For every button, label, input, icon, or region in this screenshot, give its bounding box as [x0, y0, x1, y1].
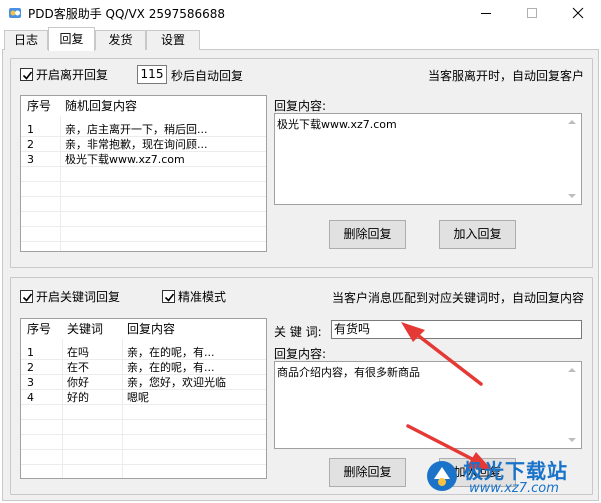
- row-keyword: 在吗: [67, 346, 89, 359]
- watermark: 极光下载站 www.xz7.com: [425, 453, 595, 499]
- row-content: 亲，非常抱歉，现在询问顾...: [65, 138, 208, 151]
- random-reply-list[interactable]: 序号 随机回复内容 1 亲，店主离开一下，稍后回... 2 亲，非常抱歉，现在询…: [20, 95, 267, 252]
- column-header[interactable]: 序号: [27, 96, 51, 116]
- column-header[interactable]: 随机回复内容: [65, 96, 137, 116]
- row-content: 亲，店主离开一下，稍后回...: [65, 123, 208, 136]
- keyword-delete-button[interactable]: 删除回复: [329, 458, 406, 487]
- leave-reply-checkbox[interactable]: 开启离开回复: [20, 66, 108, 83]
- leave-content-value: 极光下载www.xz7.com: [277, 118, 397, 131]
- tab-content: 开启离开回复 115 秒后自动回复 当客服离开时，自动回复客户 序号 随机回复内…: [2, 50, 599, 501]
- row-index: 2: [27, 361, 34, 374]
- list-item[interactable]: 4 好的 嗯呢: [21, 390, 266, 405]
- keyword-content-value: 商品介绍内容，有很多新商品: [277, 366, 420, 379]
- row-index: 1: [27, 346, 34, 359]
- exact-mode-label: 精准模式: [178, 290, 227, 304]
- leave-add-button[interactable]: 加入回复: [439, 220, 516, 249]
- window-title: PDD客服助手 QQ/VX 2597586688: [28, 7, 226, 21]
- checkbox-box: [162, 290, 175, 303]
- delay-suffix-label: 秒后自动回复: [171, 69, 244, 83]
- list-header: 序号 关键词 回复内容: [21, 319, 266, 339]
- checkbox-box: [20, 290, 33, 303]
- leave-content-textarea[interactable]: 极光下载www.xz7.com: [274, 113, 582, 205]
- keyword-input[interactable]: 有货吗: [331, 320, 582, 339]
- watermark-logo-icon: [427, 461, 457, 491]
- row-index: 3: [27, 153, 34, 166]
- maximize-icon: [527, 8, 537, 18]
- leave-delete-button[interactable]: 删除回复: [329, 220, 406, 249]
- close-button[interactable]: [555, 0, 601, 26]
- tab-log[interactable]: 日志: [4, 30, 48, 50]
- row-index: 2: [27, 138, 34, 151]
- list-item[interactable]: 3 极光下载www.xz7.com: [21, 152, 266, 167]
- column-header[interactable]: 关键词: [67, 319, 103, 339]
- checkmark-icon: [22, 293, 33, 302]
- leave-reply-label: 开启离开回复: [36, 68, 109, 82]
- minimize-icon: [481, 13, 491, 14]
- keyword-reply-checkbox[interactable]: 开启关键词回复: [20, 288, 120, 305]
- row-index: 1: [27, 123, 34, 136]
- tab-shipping[interactable]: 发货: [95, 30, 146, 50]
- row-keyword: 在不: [67, 361, 89, 374]
- checkbox-box: [20, 68, 33, 81]
- close-icon: [572, 7, 584, 19]
- row-content: 亲，您好，欢迎光临: [127, 376, 226, 389]
- keyword-reply-list[interactable]: 序号 关键词 回复内容 1 在吗 亲，在的呢，有... 2 在不 亲，在的呢，有…: [20, 318, 267, 479]
- list-item[interactable]: 2 亲，非常抱歉，现在询问顾...: [21, 137, 266, 152]
- checkmark-icon: [164, 293, 175, 302]
- keyword-content-textarea[interactable]: 商品介绍内容，有很多新商品: [274, 361, 582, 449]
- scrollbar[interactable]: [565, 362, 581, 448]
- list-item[interactable]: 1 亲，店主离开一下，稍后回...: [21, 122, 266, 137]
- tab-reply[interactable]: 回复: [48, 27, 95, 51]
- tab-settings[interactable]: 设置: [146, 30, 200, 50]
- column-header[interactable]: 序号: [27, 319, 51, 339]
- leave-reply-hint: 当客服离开时，自动回复客户: [427, 69, 584, 83]
- tab-bar: 日志 回复 发货 设置: [2, 27, 599, 51]
- leave-reply-group: 开启离开回复 115 秒后自动回复 当客服离开时，自动回复客户 序号 随机回复内…: [10, 58, 593, 268]
- list-item[interactable]: 1 在吗 亲，在的呢，有...: [21, 345, 266, 360]
- watermark-url: www.xz7.com: [469, 481, 559, 496]
- delay-seconds-input[interactable]: 115: [137, 65, 167, 84]
- exact-mode-checkbox[interactable]: 精准模式: [162, 288, 226, 305]
- leave-content-label: 回复内容:: [274, 99, 327, 113]
- keyword-reply-label: 开启关键词回复: [36, 290, 121, 304]
- list-item[interactable]: 2 在不 亲，在的呢，有...: [21, 360, 266, 375]
- row-keyword: 你好: [67, 376, 89, 389]
- list-header: 序号 随机回复内容: [21, 96, 266, 116]
- watermark-name: 极光下载站: [463, 459, 568, 483]
- scrollbar[interactable]: [565, 114, 581, 204]
- minimize-button[interactable]: [463, 0, 509, 26]
- column-header[interactable]: 回复内容: [127, 319, 175, 339]
- list-item[interactable]: 3 你好 亲，您好，欢迎光临: [21, 375, 266, 390]
- row-index: 3: [27, 376, 34, 389]
- maximize-button[interactable]: [509, 0, 555, 26]
- row-content: 亲，在的呢，有...: [127, 346, 215, 359]
- checkmark-icon: [22, 71, 33, 80]
- row-index: 4: [27, 391, 34, 404]
- title-bar: PDD客服助手 QQ/VX 2597586688: [0, 0, 601, 26]
- keyword-content-label: 回复内容:: [274, 347, 327, 361]
- row-content: 极光下载www.xz7.com: [65, 153, 185, 166]
- row-keyword: 好的: [67, 391, 89, 404]
- row-content: 亲，在的呢，有...: [127, 361, 215, 374]
- app-icon: [9, 8, 21, 18]
- keyword-reply-hint: 当客户消息匹配到对应关键词时，自动回复内容: [331, 291, 584, 305]
- keyword-label: 关 键 词:: [274, 325, 322, 339]
- row-content: 嗯呢: [127, 391, 149, 404]
